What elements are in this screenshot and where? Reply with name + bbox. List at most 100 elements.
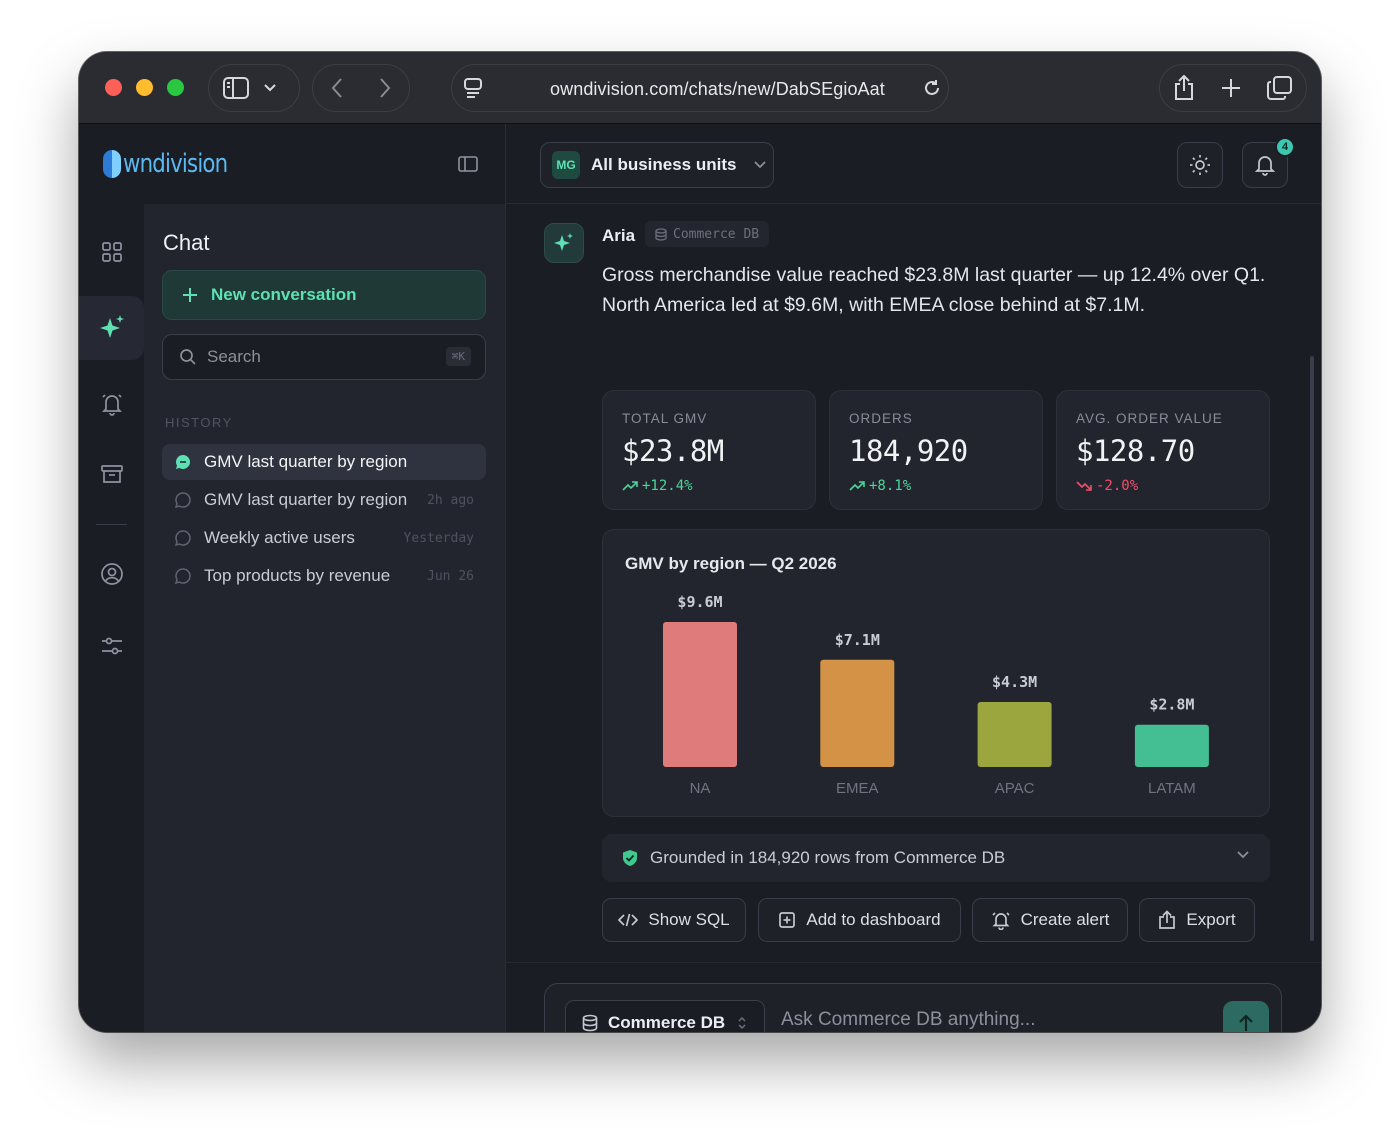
browser-actions (1159, 64, 1307, 112)
kpi-delta: +12.4% (622, 478, 815, 494)
add-to-dashboard-button[interactable]: Add to dashboard (758, 898, 961, 942)
history-label: HISTORY (165, 415, 233, 430)
kpi-delta-value: +8.1% (869, 478, 912, 494)
create-alert-button[interactable]: Create alert (972, 898, 1128, 942)
collapse-panel-icon[interactable] (458, 156, 478, 172)
kpi-delta: +8.1% (849, 478, 1042, 494)
database-icon (655, 227, 667, 241)
notifications-button[interactable]: 4 (1242, 137, 1295, 188)
search-placeholder[interactable]: Search (207, 347, 261, 367)
reload-icon[interactable] (922, 78, 942, 98)
rail-settings[interactable] (79, 614, 144, 678)
grid-icon (101, 242, 122, 262)
new-tab-icon[interactable] (1220, 77, 1242, 99)
grounding-text: Grounded in 184,920 rows from Commerce D… (650, 848, 1006, 867)
export-button[interactable]: Export (1139, 898, 1255, 942)
code-icon (618, 913, 639, 927)
message-sender: Aria (602, 226, 636, 245)
bell-icon (101, 394, 122, 416)
sidebar-title: Chat (163, 230, 210, 255)
chart-bar-apac[interactable] (977, 702, 1052, 767)
forward-icon[interactable] (378, 77, 392, 99)
search-field[interactable]: Search ⌘K (162, 334, 486, 380)
scrollbar[interactable] (1310, 356, 1314, 941)
create-alert-label: Create alert (1020, 910, 1110, 929)
history-item[interactable]: Weekly active users Yesterday (162, 520, 486, 556)
shield-check-icon (623, 850, 637, 866)
sun-icon (1190, 155, 1210, 175)
rail-archive[interactable] (79, 442, 144, 506)
database-select-label: Commerce DB (608, 1013, 726, 1032)
chart-bar-na[interactable] (663, 622, 737, 767)
history-item[interactable]: GMV last quarter by region 2h ago (162, 482, 486, 518)
chart-value-label: $9.6M (677, 593, 722, 611)
rail-account[interactable] (79, 542, 144, 606)
browser-toolbar: owndivision.com/chats/new/DabSEgioAat (79, 52, 1321, 124)
add-to-dashboard-label: Add to dashboard (806, 910, 941, 929)
chart-bar-latam[interactable] (1134, 724, 1209, 767)
sliders-icon (101, 637, 122, 655)
chevron-down-icon[interactable] (263, 83, 277, 93)
history-item-time: Jun 26 (427, 568, 474, 584)
trend-down-icon (1076, 481, 1092, 491)
history-item-label: GMV last quarter by region (204, 452, 408, 471)
business-unit-badge: MG (552, 151, 580, 179)
chat-bubble-icon (174, 530, 191, 547)
chat-sidebar: Chat New conversation Search ⌘K HISTORY … (144, 204, 506, 1032)
kpi-card-avg-order-value: AVG. ORDER VALUE $128.70 -2.0% (1056, 390, 1270, 510)
theme-toggle-button[interactable] (1177, 142, 1223, 188)
close-window-button[interactable] (105, 79, 122, 96)
sidebar-icon (223, 77, 249, 99)
back-icon[interactable] (330, 77, 344, 99)
rail-chat[interactable] (79, 296, 144, 360)
kpi-label: ORDERS (849, 411, 913, 426)
export-label: Export (1186, 910, 1236, 929)
top-bar: MG All business units 4 (506, 124, 1321, 204)
trend-up-icon (622, 481, 638, 491)
alarm-bell-icon (991, 912, 1010, 930)
history-item-time: Yesterday (403, 530, 474, 546)
history-item-time: 2h ago (427, 492, 474, 508)
share-icon[interactable] (1173, 75, 1195, 101)
grounding-disclosure[interactable]: Grounded in 184,920 rows from Commerce D… (602, 834, 1270, 882)
chart-value-label: $4.3M (992, 673, 1037, 691)
maximize-window-button[interactable] (167, 79, 184, 96)
chart-bar-emea[interactable] (820, 659, 895, 767)
new-conversation-button[interactable]: New conversation (162, 270, 486, 320)
chevron-down-icon (1237, 851, 1249, 859)
rail-dashboard[interactable] (79, 220, 144, 284)
history-item[interactable]: Top products by revenue Jun 26 (162, 558, 486, 594)
composer-divider (506, 962, 1321, 963)
site-settings-icon[interactable] (464, 78, 482, 98)
tabs-overview-icon[interactable] (1267, 76, 1293, 100)
minimize-window-button[interactable] (136, 79, 153, 96)
database-select[interactable]: Commerce DB (565, 1000, 765, 1032)
history-item[interactable]: GMV last quarter by region (162, 444, 486, 480)
assistant-avatar (544, 223, 584, 263)
show-sql-label: Show SQL (648, 910, 730, 929)
browser-sidebar-toggle[interactable] (208, 64, 300, 112)
kpi-value: $23.8M (622, 434, 724, 468)
rail-alerts[interactable] (79, 372, 144, 436)
kpi-delta: -2.0% (1076, 478, 1269, 494)
notification-badge: 4 (1275, 137, 1295, 157)
address-bar[interactable]: owndivision.com/chats/new/DabSEgioAat (451, 64, 949, 112)
url-text[interactable]: owndivision.com/chats/new/DabSEgioAat (550, 79, 885, 100)
chevron-down-icon (754, 161, 767, 169)
database-icon (582, 1014, 598, 1032)
kpi-delta-value: -2.0% (1096, 478, 1139, 494)
rail-divider (96, 524, 127, 525)
source-chip-label: Commerce DB (673, 226, 760, 242)
logo[interactable]: wndivision (103, 149, 250, 179)
chat-bubble-icon (174, 492, 191, 509)
kpi-card-total-gmv: TOTAL GMV $23.8M +12.4% (602, 390, 816, 510)
kpi-value: 184,920 (849, 434, 968, 468)
show-sql-button[interactable]: Show SQL (602, 898, 746, 942)
source-chip: Commerce DB (645, 221, 770, 247)
app: wndivision Chat New conversation Search … (79, 124, 1321, 1032)
message-input[interactable] (781, 1009, 1201, 1031)
chat-bubble-filled-icon (176, 455, 191, 469)
chart-category-label: APAC (995, 780, 1035, 797)
send-button[interactable] (1223, 1001, 1269, 1032)
business-unit-select[interactable]: MG All business units (540, 142, 774, 188)
